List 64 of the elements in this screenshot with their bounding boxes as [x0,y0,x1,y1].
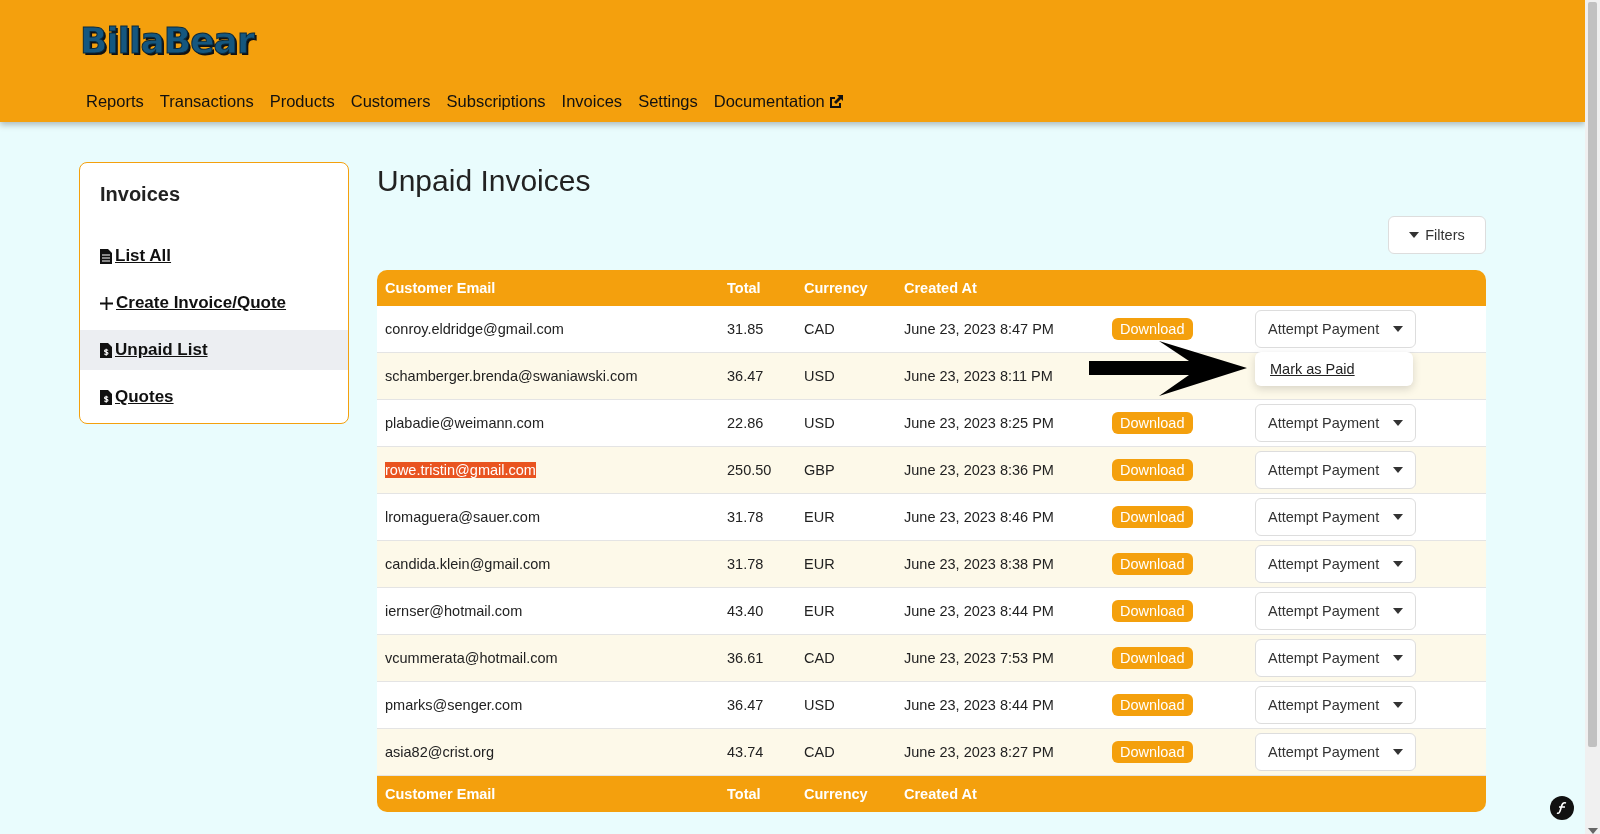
attempt-payment-button[interactable]: Attempt Payment [1255,451,1416,489]
email-text: schamberger.brenda@swaniawski.com [385,368,638,384]
caret-icon [1393,608,1403,614]
attempt-payment-button[interactable]: Attempt Payment [1255,310,1416,348]
nav-link[interactable]: Documentation [713,92,844,111]
invoice-dollar-icon [100,342,112,358]
nav-link[interactable]: Invoices [561,92,623,111]
email-text: asia82@crist.org [385,744,494,760]
filters-button[interactable]: Filters [1388,216,1486,254]
column-header: Currency [796,776,896,812]
mark-as-paid-link[interactable]: Mark as Paid [1270,361,1355,377]
email-text: iernser@hotmail.com [385,603,523,619]
caret-icon [1393,655,1403,661]
caret-icon [1393,749,1403,755]
document-icon [100,248,112,264]
invoice-dollar-icon [100,389,112,405]
email-text: conroy.eldridge@gmail.com [385,321,564,337]
attempt-payment-button[interactable]: Attempt Payment [1255,686,1416,724]
nav-link[interactable]: Settings [638,92,698,111]
column-header: Created At [896,776,1104,812]
sidebar-title: Invoices [100,183,182,206]
scrollbar[interactable] [1585,0,1600,834]
toolbar-logo-icon[interactable] [1550,796,1574,820]
logo[interactable]: BillaBear [80,20,254,61]
email-text: vcummerata@hotmail.com [385,650,558,666]
attempt-payment-button[interactable]: Attempt Payment [1255,733,1416,771]
attempt-payment-button[interactable]: Attempt Payment [1255,639,1416,677]
column-header: Customer Email [377,776,719,812]
sidebar-item[interactable]: List All [80,236,348,276]
email-text: plabadie@weimann.com [385,415,544,431]
email-text: lromaguera@sauer.com [385,509,540,525]
caret-icon [1393,420,1403,426]
caret-icon [1587,828,1598,834]
nav-link[interactable]: Reports [86,92,144,111]
column-header: Total [719,776,796,812]
caret-icon [1409,232,1420,238]
caret-icon [1393,561,1403,567]
attempt-payment-button[interactable]: Attempt Payment [1255,404,1416,442]
caret-icon [1393,702,1403,708]
column-header: Currency [796,270,896,306]
column-header: Created At [896,270,1104,306]
plus-icon [100,296,113,310]
attempt-payment-button[interactable]: Attempt Payment [1255,498,1416,536]
caret-icon [1393,326,1403,332]
column-header: Customer Email [377,270,719,306]
caret-icon [1393,467,1403,473]
nav-link[interactable]: Customers [350,92,431,111]
page-title: Unpaid Invoices [377,164,592,198]
external-link-icon [827,93,844,110]
email-text: pmarks@senger.com [385,697,523,713]
nav-link[interactable]: Products [269,92,335,111]
email-text: candida.klein@gmail.com [385,556,551,572]
attempt-payment-button[interactable]: Attempt Payment [1255,592,1416,630]
email-text: rowe.tristin@gmail.com [385,462,536,478]
caret-icon [1393,514,1403,520]
sidebar-item[interactable]: Create Invoice/Quote [80,283,348,323]
sidebar-item[interactable]: Unpaid List [80,330,348,370]
arrow-icon [1089,341,1247,396]
nav-link[interactable]: Subscriptions [446,92,546,111]
scrollbar-thumb[interactable] [1588,2,1597,747]
attempt-payment-button[interactable]: Attempt Payment [1255,545,1416,583]
sidebar-item[interactable]: Quotes [80,377,348,417]
column-header: Total [719,270,796,306]
nav-link[interactable]: Transactions [159,92,254,111]
